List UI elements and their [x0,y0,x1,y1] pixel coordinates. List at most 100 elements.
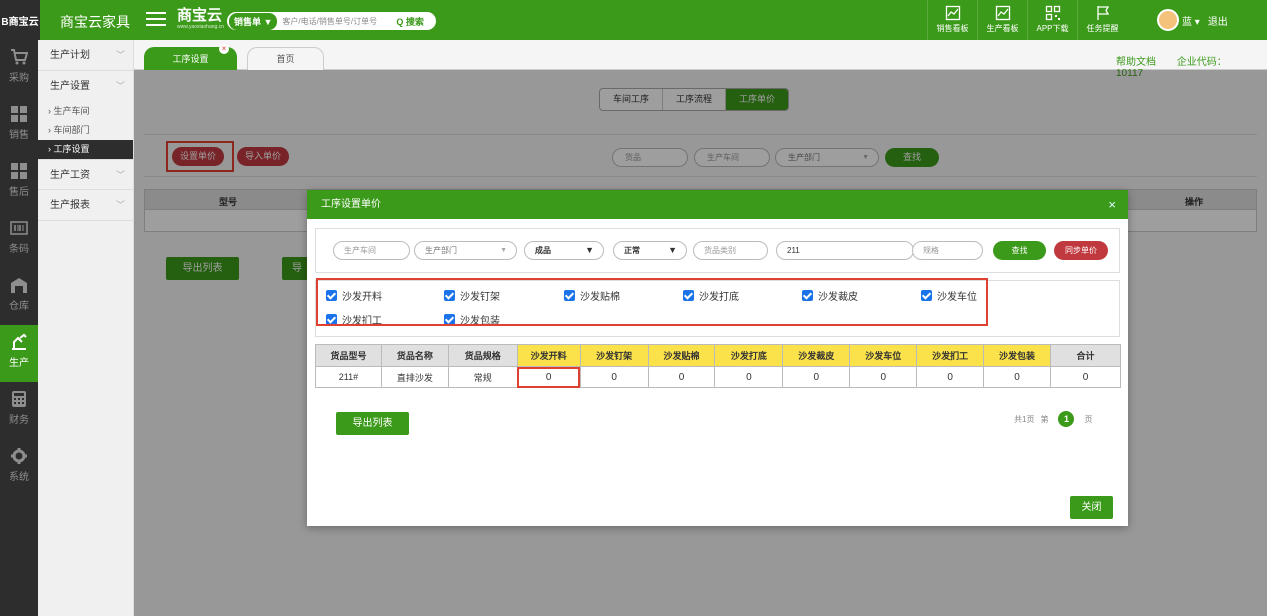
tab-process-settings[interactable]: 工序设置 × [144,44,237,70]
sync-price-button[interactable]: 同步单价 [1054,241,1108,260]
submenu-item-workshop[interactable]: › 生产车间 [38,102,133,121]
dialog-header: 工序设置单价 × [307,190,1128,219]
sales-board-button[interactable]: 销售看板 [927,0,977,40]
dialog-title: 工序设置单价 [321,199,381,210]
warehouse-icon [11,278,27,293]
chevron-down-icon: ▼ [585,245,594,255]
page-total: 共1页 [1014,414,1035,424]
dialog-export-button[interactable]: 导出列表 [336,412,409,435]
task-reminder-button[interactable]: 任务提醒 [1077,0,1127,40]
submenu-item-department[interactable]: › 车间部门 [38,121,133,140]
production-board-button[interactable]: 生产看板 [977,0,1027,40]
main-nav: 采购 销售 售后 条码 仓库 生产 财务 系统 [0,40,38,616]
brand-name: 商宝云 [177,7,223,24]
price-input-padding[interactable]: 0 [647,366,716,388]
price-input-framing[interactable]: 0 [579,366,649,388]
price-input-packing[interactable]: 0 [983,366,1051,388]
nav-barcode[interactable]: 条码 [0,211,38,268]
price-input-base[interactable]: 0 [714,366,784,388]
chevron-down-icon: ﹀ [115,200,125,210]
cell-spec: 常规 [447,366,518,388]
chevron-down-icon: ﹀ [115,50,125,60]
price-input-cutting[interactable]: 0 [516,366,581,388]
chevron-down-icon: ﹀ [115,170,125,180]
page-current[interactable]: 1 [1058,411,1075,427]
cart-icon [11,49,28,65]
price-input-sewing[interactable]: 0 [849,366,918,388]
nav-aftersales[interactable]: 售后 [0,154,38,211]
dialog-keyword-input[interactable]: 211 [776,241,914,260]
dialog-close-button[interactable]: 关闭 [1070,496,1113,519]
close-icon[interactable]: × [219,44,229,54]
col-header-total: 合计 [1049,344,1122,367]
barcode-icon [10,221,28,235]
nav-system[interactable]: 系统 [0,439,38,496]
app-download-label: APP下载 [1036,24,1069,33]
top-tools: 销售看板 生产看板 APP下载 任务提醒 [927,0,1127,40]
search-button[interactable]: Q 搜索 [396,15,424,28]
submenu-production-plan[interactable]: 生产计划 ﹀ [38,40,133,71]
submenu-reports-label: 生产报表 [50,200,90,211]
tab-home[interactable]: 首页 [247,47,324,70]
nav-finance[interactable]: 财务 [0,382,38,439]
brand-url: www.yaoxiaohang.cn [177,24,224,30]
search-input[interactable]: 客户/电话/销售单号/订单号 [282,16,394,27]
calculator-icon [12,391,26,407]
dialog-filter-bar: 生产车间 生产部门 ▼ 成品 ▼ 正常 ▼ 货品类别 211 规格 查找 同步单… [315,228,1120,273]
process-price-table: 货品型号 货品名称 货品规格 沙发开料 沙发钉架 沙发贴棉 沙发打底 沙发裁皮 … [315,344,1122,388]
col-header-cutting: 沙发开料 [516,344,581,367]
chart-icon [945,5,960,21]
col-header-model: 货品型号 [315,344,382,367]
user-menu[interactable]: 蓝 ▾ 退出 [1157,9,1228,31]
submenu-item-process-settings[interactable]: › 工序设置 [38,140,133,159]
submenu-production-settings[interactable]: 生产设置 ﹀ [38,71,133,102]
cell-name: 直排沙发 [380,366,449,388]
dialog-category-input[interactable]: 货品类别 [693,241,768,260]
gear-icon [11,448,27,464]
logout-link[interactable]: 退出 [1208,13,1228,28]
nav-purchase[interactable]: 采购 [0,40,38,97]
nav-warehouse[interactable]: 仓库 [0,268,38,325]
avatar [1157,9,1179,31]
app-download-button[interactable]: APP下载 [1027,0,1077,40]
dialog-workshop-input[interactable]: 生产车间 [333,241,410,260]
brand-logo: 商宝云 www.yaoxiaohang.cn [177,7,224,31]
tab-home-label: 首页 [276,54,295,64]
submenu-wages[interactable]: 生产工资 ﹀ [38,159,133,190]
dialog-department-select[interactable]: 生产部门 ▼ [414,241,517,260]
submenu-wages-label: 生产工资 [50,170,90,181]
submenu-production-settings-label: 生产设置 [50,81,90,92]
help-doc-link[interactable]: 帮助文档 [1116,57,1156,68]
col-header-upholstery: 沙发扪工 [916,344,985,367]
price-input-upholstery[interactable]: 0 [916,366,985,388]
dialog-search-button[interactable]: 查找 [993,241,1046,260]
close-icon[interactable]: × [1108,190,1116,219]
table-row: 211# 直排沙发 常规 0 0 0 0 0 0 0 0 0 [315,366,1122,388]
nav-system-label: 系统 [9,472,29,483]
production-submenu: 生产计划 ﹀ 生产设置 ﹀ › 生产车间 › 车间部门 › 工序设置 生产工资 … [38,40,134,616]
col-header-sewing: 沙发车位 [849,344,918,367]
nav-sales[interactable]: 销售 [0,97,38,154]
col-header-base: 沙发打底 [714,344,784,367]
nav-aftersales-label: 售后 [9,187,29,198]
nav-purchase-label: 采购 [9,73,29,84]
price-input-leather-cutting[interactable]: 0 [782,366,851,388]
qrcode-icon [1045,5,1060,21]
dialog-status-select[interactable]: 正常 ▼ [613,241,687,260]
cell-total: 0 [1049,366,1122,388]
search-type-dropdown[interactable]: 销售单 ▼ [229,12,278,30]
dialog-spec-input[interactable]: 规格 [912,241,983,260]
logo: B商宝云 [0,0,40,40]
page-prefix: 第 [1040,414,1049,424]
app-title: 商宝云家具 [60,14,130,30]
top-bar: B商宝云 商宝云家具 商宝云 www.yaoxiaohang.cn 销售单 ▼ … [0,0,1267,40]
dialog-type-select[interactable]: 成品 ▼ [524,241,604,260]
col-header-packing: 沙发包装 [983,344,1051,367]
user-name[interactable]: 蓝 ▾ [1182,13,1200,28]
hamburger-menu-icon[interactable] [146,12,166,27]
grid-icon [11,106,27,122]
nav-production[interactable]: 生产 [0,325,38,382]
submenu-reports[interactable]: 生产报表 ﹀ [38,190,133,221]
submenu-production-plan-label: 生产计划 [50,50,90,61]
col-header-framing: 沙发钉架 [579,344,649,367]
